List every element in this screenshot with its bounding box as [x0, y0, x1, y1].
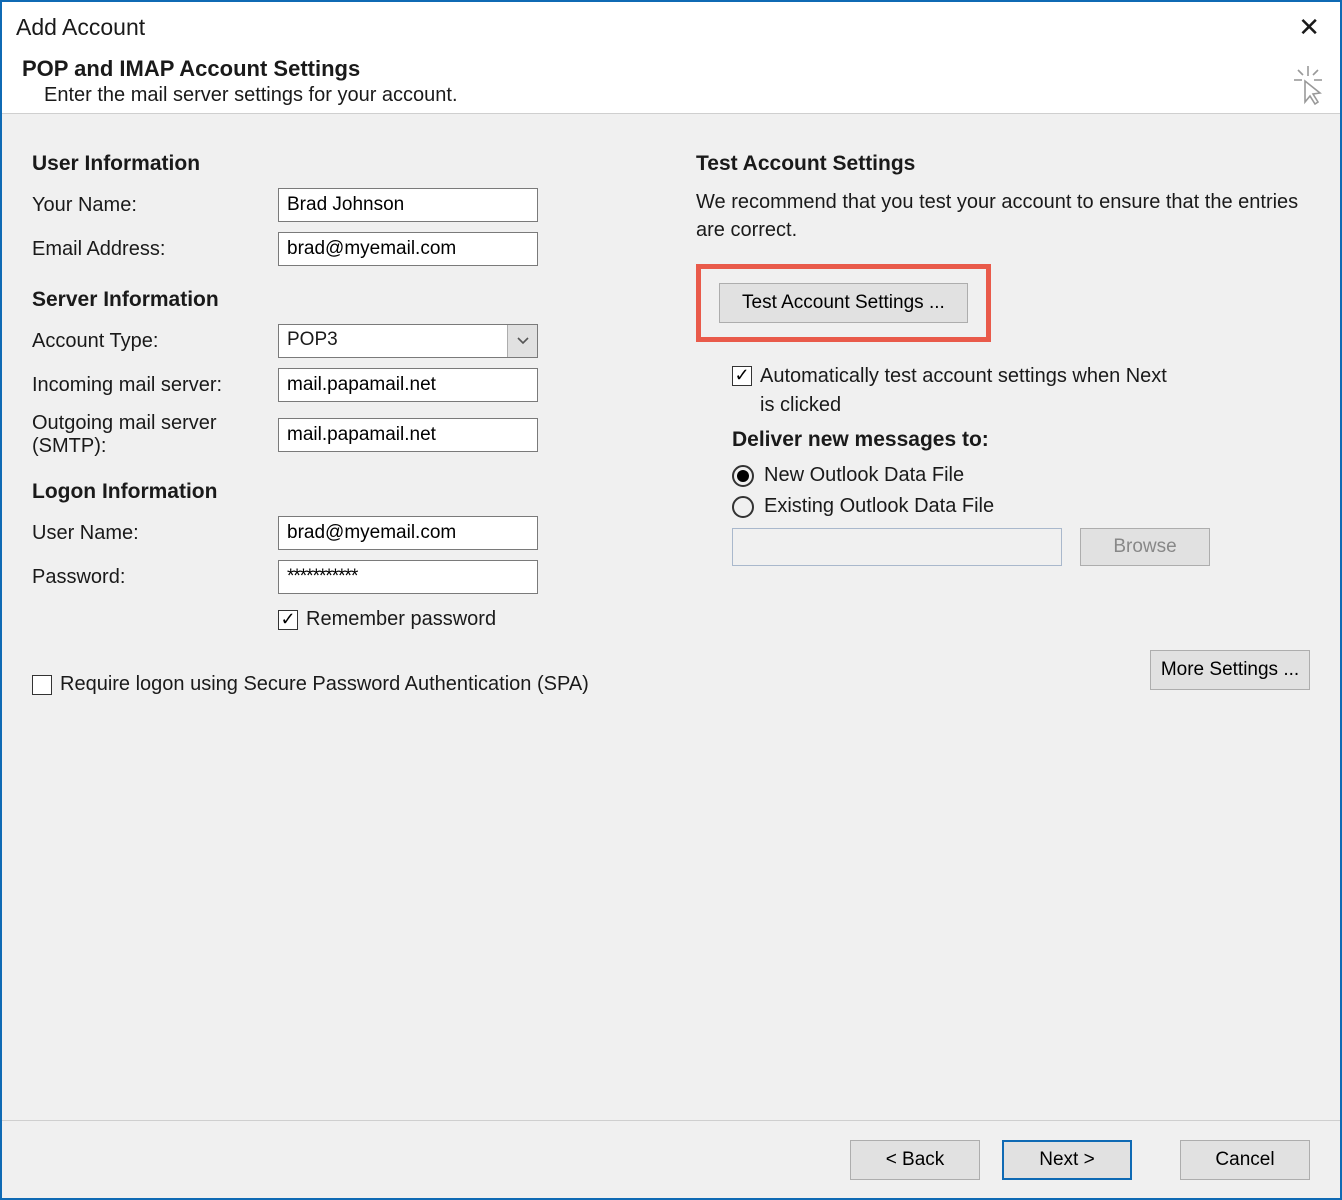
remember-password-label: Remember password [306, 608, 496, 631]
more-settings-button[interactable]: More Settings ... [1150, 650, 1310, 690]
your-name-label: Your Name: [32, 194, 278, 217]
window-title: Add Account [16, 14, 145, 41]
logon-info-heading: Logon Information [32, 480, 646, 504]
titlebar: Add Account ✕ [2, 2, 1340, 52]
account-type-value: POP3 [279, 325, 507, 357]
email-address-input[interactable] [278, 232, 538, 266]
email-address-label: Email Address: [32, 238, 278, 261]
user-info-heading: User Information [32, 152, 646, 176]
existing-file-path-input[interactable] [732, 528, 1062, 566]
cancel-button[interactable]: Cancel [1180, 1140, 1310, 1180]
form-body: User Information Your Name: Email Addres… [2, 114, 1340, 1120]
password-input[interactable] [278, 560, 538, 594]
cursor-click-icon [1290, 66, 1326, 106]
radio-new-data-file[interactable] [732, 465, 754, 487]
require-spa-checkbox[interactable] [32, 675, 52, 695]
test-settings-description: We recommend that you test your account … [696, 188, 1310, 244]
test-account-settings-button[interactable]: Test Account Settings ... [719, 283, 968, 323]
remember-password-checkbox[interactable] [278, 610, 298, 630]
auto-test-checkbox[interactable] [732, 366, 752, 386]
incoming-server-input[interactable] [278, 368, 538, 402]
username-input[interactable] [278, 516, 538, 550]
browse-button[interactable]: Browse [1080, 528, 1210, 566]
close-icon[interactable]: ✕ [1292, 14, 1326, 40]
test-settings-heading: Test Account Settings [696, 152, 1310, 176]
password-label: Password: [32, 566, 278, 589]
account-type-select[interactable]: POP3 [278, 324, 538, 358]
add-account-window: Add Account ✕ POP and IMAP Account Setti… [0, 0, 1342, 1200]
username-label: User Name: [32, 522, 278, 545]
incoming-server-label: Incoming mail server: [32, 374, 278, 397]
require-spa-label: Require logon using Secure Password Auth… [60, 673, 589, 696]
left-column: User Information Your Name: Email Addres… [32, 142, 646, 1110]
right-column: Test Account Settings We recommend that … [696, 142, 1310, 1110]
back-button[interactable]: < Back [850, 1140, 980, 1180]
account-type-label: Account Type: [32, 330, 278, 353]
your-name-input[interactable] [278, 188, 538, 222]
page-subheading: Enter the mail server settings for your … [44, 84, 1320, 107]
test-button-highlight: Test Account Settings ... [696, 264, 991, 342]
auto-test-label: Automatically test account settings when… [760, 362, 1180, 420]
header-panel: POP and IMAP Account Settings Enter the … [2, 52, 1340, 114]
radio-existing-data-file[interactable] [732, 496, 754, 518]
server-info-heading: Server Information [32, 288, 646, 312]
radio-new-label: New Outlook Data File [764, 464, 964, 487]
radio-existing-label: Existing Outlook Data File [764, 495, 994, 518]
outgoing-server-input[interactable] [278, 418, 538, 452]
chevron-down-icon[interactable] [507, 325, 537, 357]
page-heading: POP and IMAP Account Settings [22, 56, 1320, 82]
next-button[interactable]: Next > [1002, 1140, 1132, 1180]
wizard-footer: < Back Next > Cancel [2, 1120, 1340, 1198]
outgoing-server-label: Outgoing mail server (SMTP): [32, 412, 278, 458]
deliver-heading: Deliver new messages to: [732, 428, 1310, 452]
